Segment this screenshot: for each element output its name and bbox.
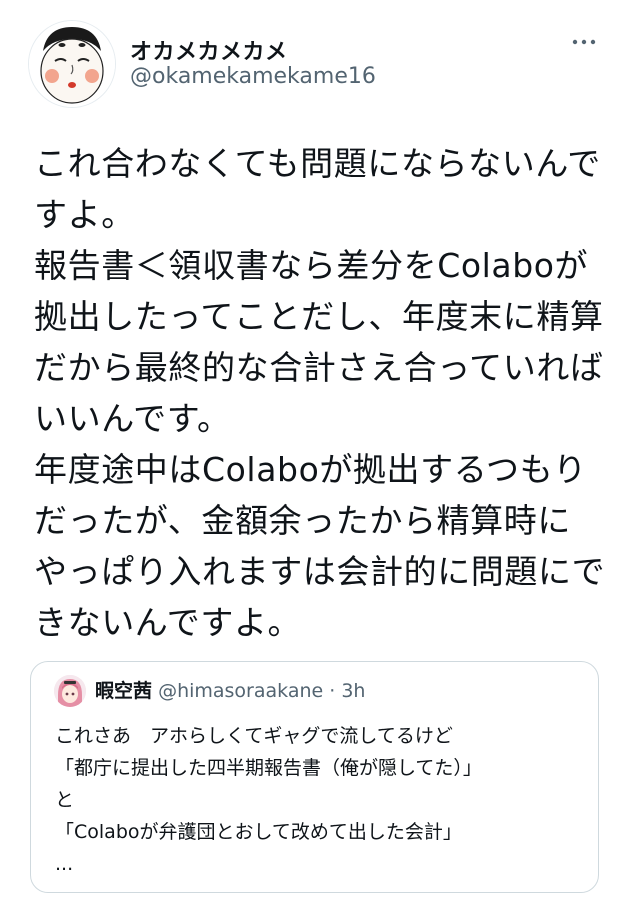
more-horizontal-icon <box>572 39 596 45</box>
quoted-tweet-header: 暇空茜 @himasoraakane · 3h <box>95 678 365 704</box>
quoted-author-handle[interactable]: @himasoraakane <box>158 680 323 702</box>
quoted-text-line: これさあ アホらしくてギャグで流してるけど <box>55 725 453 747</box>
tweet-text-line: 報告書＜領収書なら差分をColaboが <box>34 246 589 285</box>
quoted-text-line: 「都庁に提出した四半期報告書（俺が隠してた）」 <box>55 757 482 779</box>
tweet-text-line: だったが、金額余ったから精算時に <box>34 501 571 540</box>
tweet-detail-view: オカメカメカメ @okamekamekame16 これ合わなくても問題にならない… <box>0 0 630 900</box>
tweet-text: これ合わなくても問題にならないんで すよ。 報告書＜領収書なら差分をColabo… <box>34 138 606 648</box>
more-options-button[interactable] <box>566 30 602 54</box>
author-display-name[interactable]: オカメカメカメ <box>130 34 288 66</box>
quoted-tweet-text: これさあ アホらしくてギャグで流してるけど 「都庁に提出した四半期報告書（俺が隠… <box>55 720 585 880</box>
tweet-text-line: いいんです。 <box>34 399 231 438</box>
tweet-text-line: すよ。 <box>34 195 135 234</box>
quoted-text-ellipsis: ... <box>55 853 74 875</box>
tweet-text-line: だから最終的な合計さえ合っていれば <box>34 348 604 387</box>
quoted-author-name[interactable]: 暇空茜 <box>95 680 152 702</box>
tweet-text-line: これ合わなくても問題にならないんで <box>34 144 601 183</box>
quoted-separator: · <box>329 680 336 702</box>
tweet-text-line: きないんですよ。 <box>34 603 302 642</box>
anime-girl-avatar[interactable] <box>54 675 86 707</box>
quoted-tweet-card[interactable]: 暇空茜 @himasoraakane · 3h これさあ アホらしくてギャグで流… <box>30 661 599 893</box>
okame-mask-avatar[interactable] <box>28 20 116 108</box>
tweet-text-line: やっぱり入れますは会計的に問題にで <box>34 552 606 591</box>
author-handle[interactable]: @okamekamekame16 <box>130 64 376 89</box>
quoted-text-line: と <box>55 789 75 811</box>
quoted-text-line: 「Colaboが弁護団とおして改めて出した会計」 <box>55 821 462 843</box>
tweet-text-line: 年度途中はColaboが拠出するつもり <box>34 450 587 489</box>
quoted-timestamp[interactable]: 3h <box>341 680 365 702</box>
tweet-text-line: 拠出したってことだし、年度末に精算 <box>34 297 604 336</box>
